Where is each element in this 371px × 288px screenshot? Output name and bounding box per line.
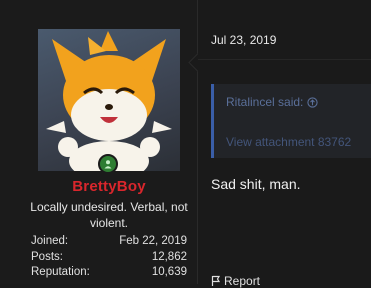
post-body: Sad shit, man.: [211, 176, 301, 192]
report-label: Report: [224, 274, 261, 288]
stat-label: Posts:: [31, 250, 63, 263]
stat-label: Reputation:: [31, 266, 90, 278]
online-status-badge: [98, 154, 118, 174]
flag-icon: [211, 275, 221, 286]
stat-reputation: Reputation: 10,639: [31, 265, 187, 281]
user-title: Locally undesired. Verbal, not violent.: [30, 200, 188, 230]
attachment-link[interactable]: View attachment 83762: [226, 135, 351, 149]
stat-value: Feb 22, 2019: [119, 235, 187, 247]
quote-author[interactable]: Ritalincel said:: [226, 95, 319, 109]
divider: [198, 59, 371, 60]
avatar[interactable]: [38, 29, 180, 171]
stat-value: 12,862: [151, 250, 187, 263]
person-icon: [104, 160, 112, 169]
user-stats: Joined: Feb 22, 2019 Posts: 12,862 Reput…: [31, 234, 187, 281]
quote-author-label: Ritalincel said:: [226, 95, 304, 109]
user-sidebar: BrettyBoy Locally undesired. Verbal, not…: [0, 0, 198, 284]
arrow-up-circle-icon[interactable]: [307, 96, 319, 108]
stat-posts: Posts: 12,862: [31, 250, 187, 266]
username[interactable]: BrettyBoy: [0, 178, 218, 195]
post-date[interactable]: Jul 23, 2019: [211, 33, 276, 47]
stat-value: 10,639: [151, 266, 187, 278]
report-button[interactable]: Report: [211, 274, 260, 288]
avatar-image: [46, 31, 172, 171]
stat-joined: Joined: Feb 22, 2019: [31, 234, 187, 250]
stat-label: Joined:: [31, 235, 69, 247]
